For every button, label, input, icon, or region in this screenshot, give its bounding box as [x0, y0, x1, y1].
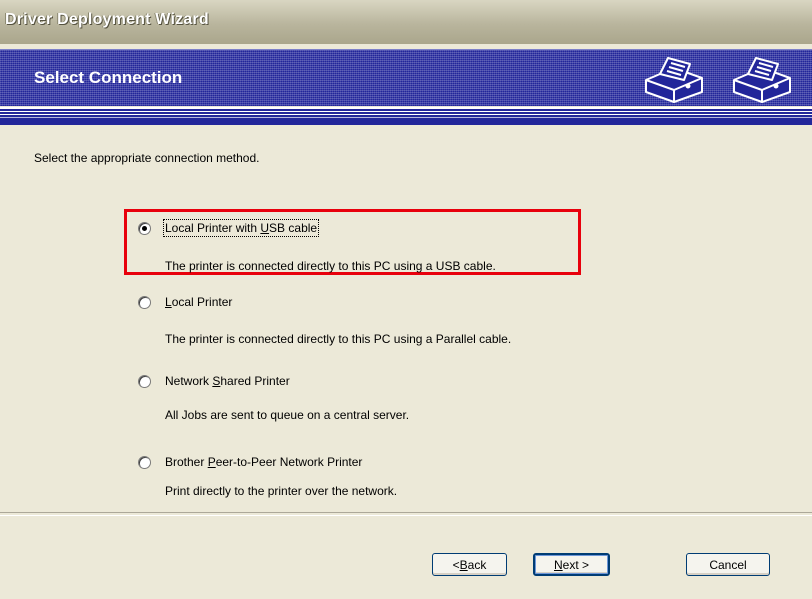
option-desc-peer-to-peer: Print directly to the printer over the n…: [165, 484, 398, 498]
option-label-network-shared[interactable]: Network Shared Printer: [165, 374, 290, 388]
page-heading: Select Connection: [34, 68, 183, 87]
title-bar: Driver Deployment Wizard: [0, 0, 812, 44]
footer-separator: [0, 512, 812, 516]
cancel-button[interactable]: Cancel: [686, 553, 770, 576]
back-button[interactable]: < Back: [432, 553, 507, 576]
option-label-local-usb[interactable]: Local Printer with USB cable: [162, 219, 320, 237]
option-label-local-printer[interactable]: Local Printer: [165, 295, 232, 309]
option-desc-network-shared: All Jobs are sent to queue on a central …: [165, 408, 410, 422]
printer-icons: [645, 57, 791, 103]
printer-icon: [645, 57, 703, 103]
radio-local-usb[interactable]: [138, 222, 151, 235]
option-label-peer-to-peer[interactable]: Brother Peer-to-Peer Network Printer: [165, 455, 362, 469]
header-banner: Select Connection: [0, 49, 812, 106]
option-desc-local-printer: The printer is connected directly to thi…: [165, 332, 512, 346]
window-title: Driver Deployment Wizard: [5, 11, 209, 28]
radio-peer-to-peer[interactable]: [138, 456, 151, 469]
option-desc-local-usb: The printer is connected directly to thi…: [165, 259, 496, 273]
instruction-text: Select the appropriate connection method…: [34, 151, 260, 165]
radio-local-printer[interactable]: [138, 296, 151, 309]
banner-stripe: [0, 107, 812, 125]
next-button[interactable]: Next >: [533, 553, 610, 576]
printer-icon: [733, 57, 791, 103]
radio-network-shared[interactable]: [138, 375, 151, 388]
